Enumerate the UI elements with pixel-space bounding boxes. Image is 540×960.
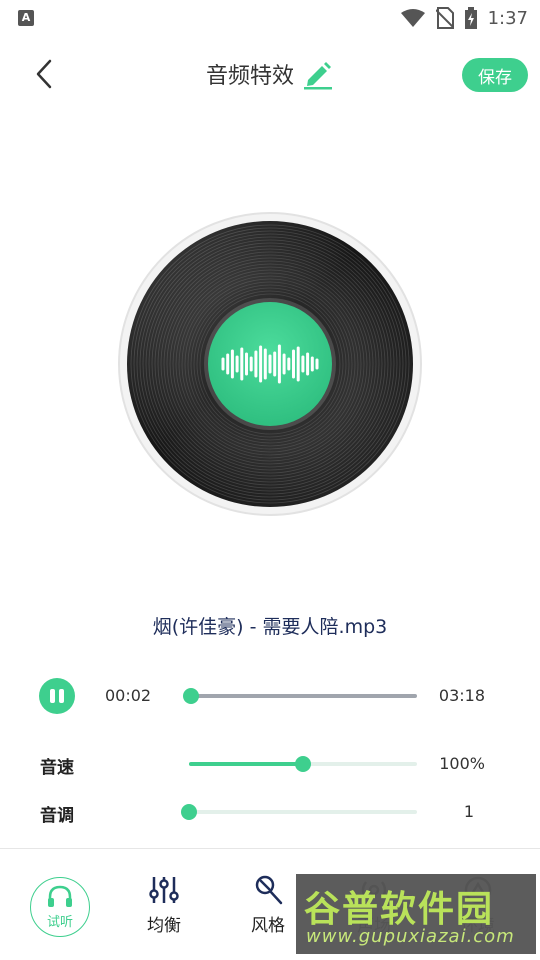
- pencil-icon: [304, 62, 332, 90]
- playback-row: 00:02 03:18: [0, 676, 540, 716]
- status-icons: 1:37: [400, 6, 528, 30]
- nav-item-equalizer[interactable]: 均衡: [124, 849, 204, 960]
- file-name: 烟(许佳豪) - 需要人陪.mp3: [152, 616, 388, 638]
- speed-row: 音速 100%: [0, 744, 540, 784]
- total-time: 03:18: [438, 686, 485, 705]
- speed-value: 100%: [439, 754, 485, 773]
- no-sim-icon: [435, 7, 454, 29]
- pitch-thumb[interactable]: [181, 804, 197, 820]
- speed-thumb[interactable]: [295, 756, 311, 772]
- pitch-value: 1: [463, 802, 474, 821]
- equalizer-icon: [149, 877, 179, 903]
- vinyl-disc: [118, 212, 422, 516]
- app-notification-icon: A: [18, 10, 34, 26]
- nav-item-preview[interactable]: 试听: [20, 849, 100, 960]
- pitch-slider[interactable]: [181, 804, 417, 820]
- watermark: 谷普软件园 www.gupuxiazai.com: [296, 874, 536, 954]
- status-bar: A 1:37: [0, 0, 540, 36]
- microphone-icon: [255, 875, 283, 905]
- current-time: 00:02: [105, 686, 152, 705]
- progress-slider[interactable]: [183, 688, 417, 704]
- wifi-icon: [400, 9, 425, 27]
- pause-button[interactable]: [39, 678, 75, 714]
- battery-charging-icon: [464, 7, 477, 29]
- watermark-url: www.gupuxiazai.com: [306, 926, 515, 947]
- header: 音频特效 保存: [0, 44, 540, 104]
- pause-icon: [50, 689, 55, 703]
- vinyl-record-icon: [118, 212, 422, 516]
- nav-label-equalizer: 均衡: [147, 916, 181, 936]
- speed-label: 音速: [40, 758, 74, 778]
- nav-label-preview: 试听: [46, 914, 73, 930]
- headphones-icon: [48, 885, 72, 907]
- progress-thumb[interactable]: [183, 688, 200, 704]
- status-time: 1:37: [487, 7, 528, 29]
- nav-label-style: 风格: [251, 916, 285, 936]
- edit-title-button[interactable]: [302, 58, 334, 90]
- pitch-row: 音调 1: [0, 792, 540, 832]
- pitch-label: 音调: [40, 806, 74, 826]
- save-button[interactable]: 保存: [462, 58, 528, 92]
- title-group: 音频特效: [0, 58, 540, 90]
- page-title: 音频特效: [205, 64, 294, 89]
- speed-slider[interactable]: [189, 756, 417, 772]
- watermark-title: 谷普软件园: [304, 889, 495, 930]
